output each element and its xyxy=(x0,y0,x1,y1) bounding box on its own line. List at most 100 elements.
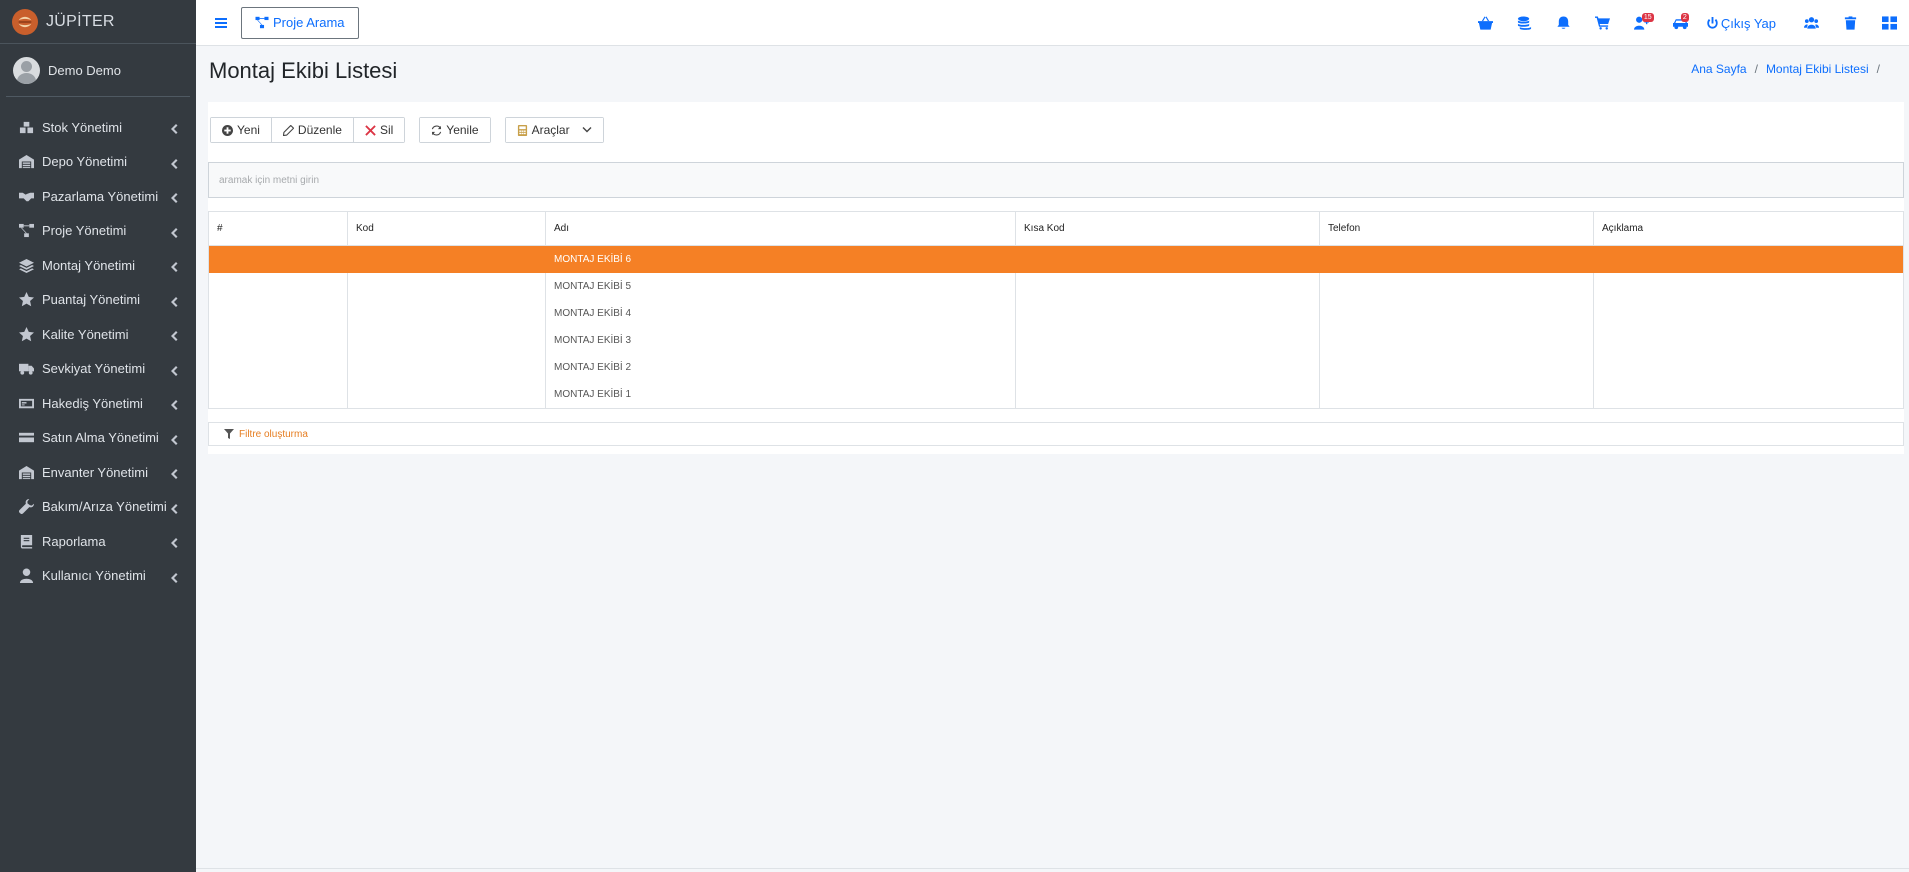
top-navbar: Proje Arama 15 2 Çıkış Yap xyxy=(196,0,1909,46)
hamburger-menu-icon[interactable] xyxy=(215,17,227,28)
refresh-icon xyxy=(432,124,442,136)
warehouse-icon xyxy=(18,154,34,170)
chevron-left-icon xyxy=(170,571,178,583)
trash-button[interactable] xyxy=(1831,0,1870,46)
sidebar-item-proje[interactable]: Proje Yönetimi xyxy=(0,214,196,249)
brand-logo-icon xyxy=(12,8,38,35)
table-row[interactable]: MONTAJ EKİBİ 3 xyxy=(209,327,1904,355)
sidebar-item-kullanici[interactable]: Kullanıcı Yönetimi xyxy=(0,559,196,594)
edit-button[interactable]: Düzenle xyxy=(271,118,354,142)
sidebar: JÜPİTER Demo Demo Stok Yönetimi Depo Yön… xyxy=(0,0,196,872)
table-row[interactable]: MONTAJ EKİBİ 5 xyxy=(209,272,1904,300)
delete-button-label: Sil xyxy=(379,123,394,137)
project-search-button[interactable]: Proje Arama xyxy=(241,6,359,39)
cell-kisa-kod xyxy=(1015,272,1320,300)
sidebar-item-label: Raporlama xyxy=(42,533,106,549)
user-requests-button[interactable]: 15 xyxy=(1622,0,1661,46)
calculator-icon xyxy=(517,124,527,136)
cell-telefon xyxy=(1319,245,1594,273)
column-header-kod[interactable]: Kod xyxy=(347,211,546,246)
user-icon xyxy=(18,568,34,584)
search-box xyxy=(208,162,1904,198)
breadcrumb-home-link[interactable]: Ana Sayfa xyxy=(1691,62,1746,76)
column-header-aciklama[interactable]: Açıklama xyxy=(1593,211,1904,246)
new-button[interactable]: Yeni xyxy=(211,118,272,142)
logout-button[interactable]: Çıkış Yap xyxy=(1700,0,1792,46)
cell-adi: MONTAJ EKİBİ 6 xyxy=(545,245,1016,273)
sidebar-item-depo[interactable]: Depo Yönetimi xyxy=(0,145,196,180)
sidebar-nav: Stok Yönetimi Depo Yönetimi Pazarlama Yö… xyxy=(0,97,196,593)
table-row[interactable]: MONTAJ EKİBİ 1 xyxy=(209,381,1904,409)
delete-button[interactable]: Sil xyxy=(353,118,405,142)
refresh-button[interactable]: Yenile xyxy=(420,118,490,142)
chevron-left-icon xyxy=(170,364,178,376)
sidebar-item-label: Satın Alma Yönetimi xyxy=(42,430,159,446)
cell-adi: MONTAJ EKİBİ 2 xyxy=(545,354,1016,382)
sidebar-item-puantaj[interactable]: Puantaj Yönetimi xyxy=(0,283,196,318)
boxes-icon xyxy=(18,119,34,135)
search-input[interactable] xyxy=(209,163,1903,197)
user-panel[interactable]: Demo Demo xyxy=(6,44,190,97)
basket-icon xyxy=(1477,16,1493,30)
table-row[interactable]: MONTAJ EKİBİ 6 xyxy=(208,245,1904,273)
money-bill-icon xyxy=(18,395,34,411)
wrench-icon xyxy=(18,499,34,515)
sidebar-item-label: Depo Yönetimi xyxy=(42,154,128,170)
sidebar-item-label: Stok Yönetimi xyxy=(42,119,122,135)
cart-button[interactable] xyxy=(1583,0,1622,46)
sidebar-item-bakim[interactable]: Bakım/Arıza Yönetimi xyxy=(0,490,196,525)
cell-no xyxy=(209,327,348,354)
cell-adi: MONTAJ EKİBİ 3 xyxy=(545,327,1016,355)
book-icon xyxy=(18,533,34,549)
sidebar-item-montaj[interactable]: Montaj Yönetimi xyxy=(0,248,196,283)
refresh-button-label: Yenile xyxy=(446,123,479,137)
filter-builder-button[interactable]: Filtre oluşturma xyxy=(208,422,1904,446)
column-header-telefon[interactable]: Telefon xyxy=(1319,211,1594,246)
sidebar-item-kalite[interactable]: Kalite Yönetimi xyxy=(0,317,196,352)
filter-builder-label: Filtre oluşturma xyxy=(239,428,308,440)
sidebar-item-label: Puantaj Yönetimi xyxy=(42,292,141,308)
trash-icon xyxy=(1844,16,1857,30)
sidebar-item-raporlama[interactable]: Raporlama xyxy=(0,524,196,559)
cell-kisa-kod xyxy=(1015,381,1320,409)
basket-button[interactable] xyxy=(1466,0,1505,46)
cell-kod xyxy=(347,354,546,382)
cell-telefon xyxy=(1319,272,1594,300)
toolbar: Yeni Düzenle Sil Yenile Araçlar xyxy=(210,117,604,143)
breadcrumb-current-link[interactable]: Montaj Ekibi Listesi xyxy=(1766,62,1869,76)
sidebar-item-sevkiyat[interactable]: Sevkiyat Yönetimi xyxy=(0,352,196,387)
project-diagram-icon xyxy=(255,16,269,29)
chevron-left-icon xyxy=(170,122,178,135)
brand[interactable]: JÜPİTER xyxy=(0,0,196,44)
users-group-button[interactable] xyxy=(1792,0,1831,46)
notifications-button[interactable] xyxy=(1544,0,1583,46)
sidebar-item-envanter[interactable]: Envanter Yönetimi xyxy=(0,455,196,490)
dashboard-button[interactable] xyxy=(1870,0,1909,46)
credit-card-icon xyxy=(18,430,34,446)
layers-icon xyxy=(18,257,34,273)
column-header-kisa-kod[interactable]: Kısa Kod xyxy=(1015,211,1320,246)
footer-divider xyxy=(196,868,1909,869)
cell-telefon xyxy=(1319,354,1594,382)
shopping-cart-icon xyxy=(1594,16,1610,30)
column-header-no[interactable]: # xyxy=(208,211,348,246)
sidebar-item-pazarlama[interactable]: Pazarlama Yönetimi xyxy=(0,179,196,214)
sidebar-item-hakedis[interactable]: Hakediş Yönetimi xyxy=(0,386,196,421)
column-header-adi[interactable]: Adı xyxy=(545,211,1016,246)
sidebar-item-stok[interactable]: Stok Yönetimi xyxy=(0,110,196,145)
table-row[interactable]: MONTAJ EKİBİ 2 xyxy=(209,354,1904,382)
chevron-down-icon xyxy=(582,127,592,133)
tools-dropdown-button[interactable]: Araçlar xyxy=(505,118,603,142)
chevron-left-icon xyxy=(170,433,178,445)
crud-button-group: Yeni Düzenle Sil xyxy=(210,117,406,143)
table-row[interactable]: MONTAJ EKİBİ 4 xyxy=(209,299,1904,328)
vehicles-button[interactable]: 2 xyxy=(1661,0,1700,46)
sidebar-item-label: Sevkiyat Yönetimi xyxy=(42,361,146,377)
brand-name: JÜPİTER xyxy=(46,12,115,30)
cell-telefon xyxy=(1319,299,1594,328)
sidebar-item-satin-alma[interactable]: Satın Alma Yönetimi xyxy=(0,421,196,456)
chevron-left-icon xyxy=(170,467,178,480)
coins-button[interactable] xyxy=(1505,0,1544,46)
refresh-button-group: Yenile xyxy=(419,117,491,143)
breadcrumb-separator: / xyxy=(1876,62,1880,76)
